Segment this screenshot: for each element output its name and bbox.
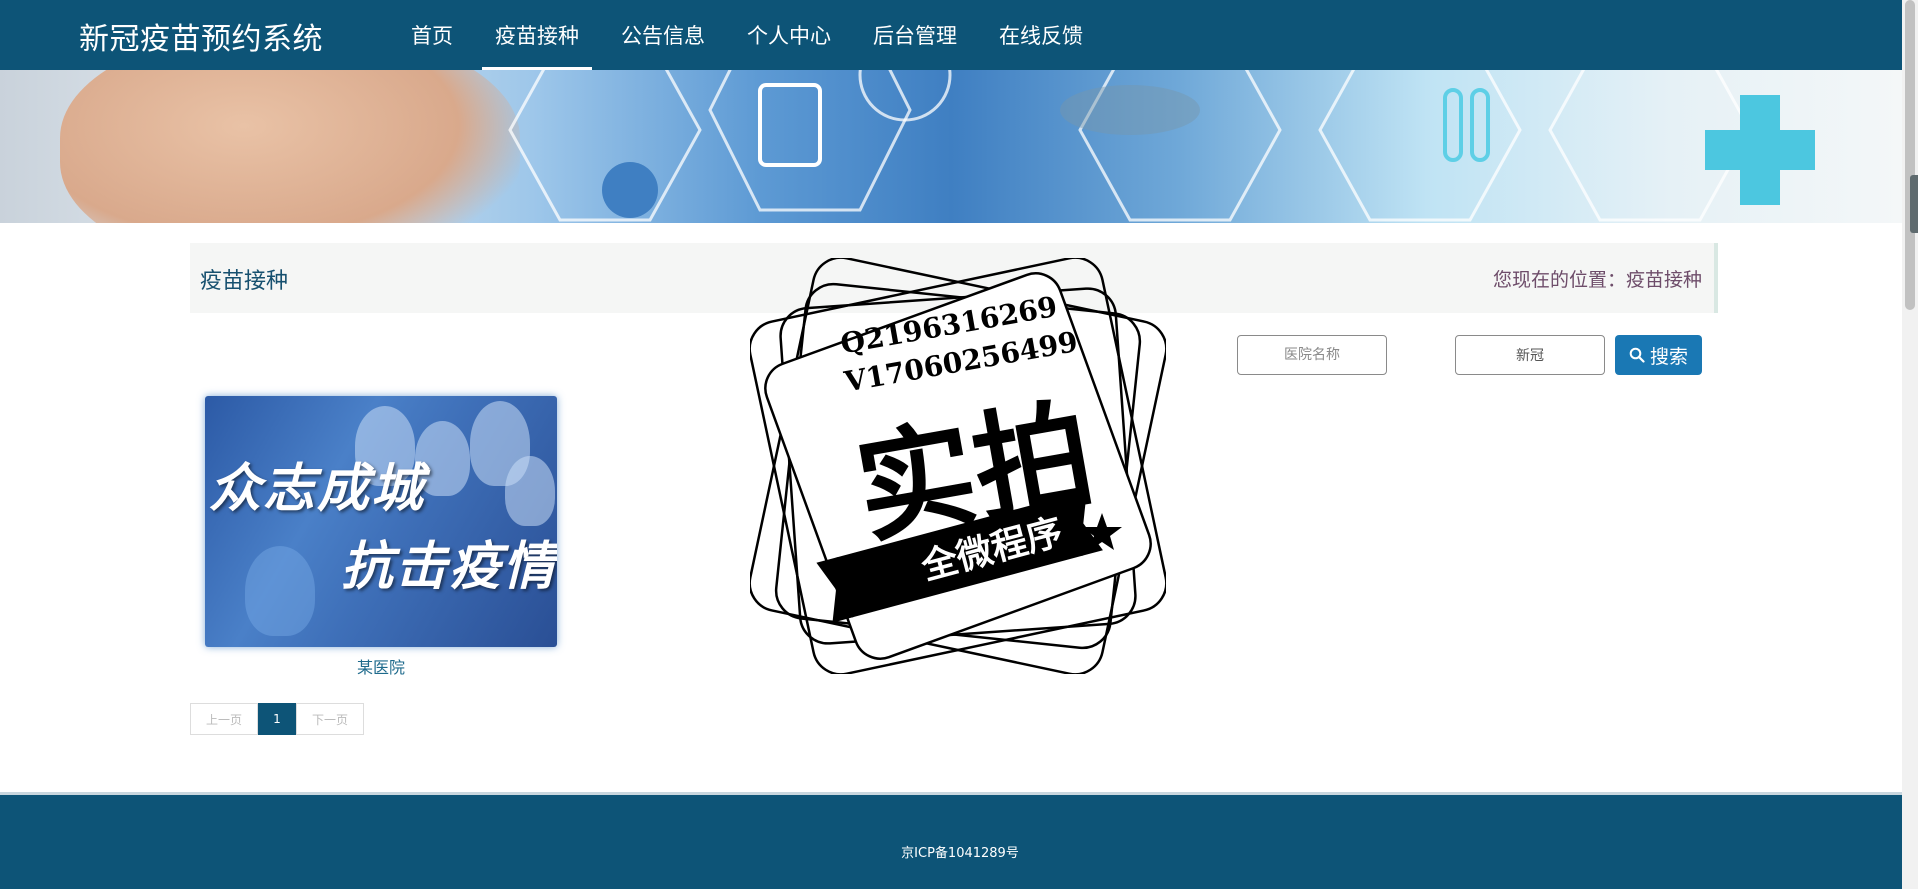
hospital-name-input[interactable] <box>1237 335 1387 375</box>
pagination-next[interactable]: 下一页 <box>296 703 364 735</box>
site-brand[interactable]: 新冠疫苗预约系统 <box>79 14 323 58</box>
nav-home[interactable]: 首页 <box>390 0 474 70</box>
breadcrumb-location: 您现在的位置：疫苗接种 <box>1492 269 1702 291</box>
footer-icp: 京ICP备1041289号 <box>901 846 1019 861</box>
hospital-card-caption[interactable]: 某医院 <box>205 654 557 678</box>
search-button[interactable]: 搜索 <box>1615 335 1702 375</box>
pagination: 上一页 1 下一页 <box>190 703 364 735</box>
pagination-page-1[interactable]: 1 <box>258 703 296 735</box>
nav-announcements[interactable]: 公告信息 <box>600 0 726 70</box>
search-icon <box>1629 347 1645 363</box>
side-edge-tab[interactable] <box>1910 175 1918 233</box>
hero-banner <box>0 70 1902 223</box>
banner-medical-graphics <box>508 70 1815 222</box>
nav-admin[interactable]: 后台管理 <box>852 0 978 70</box>
hospital-card[interactable]: 众志成城 抗击疫情 某医院 <box>205 396 557 678</box>
vaccine-keyword-input[interactable] <box>1455 335 1605 375</box>
nav-personal-center[interactable]: 个人中心 <box>726 0 852 70</box>
nav-feedback[interactable]: 在线反馈 <box>978 0 1104 70</box>
main-nav: 首页 疫苗接种 公告信息 个人中心 后台管理 在线反馈 <box>390 0 1104 70</box>
card-image-text-1: 众志成城 <box>209 459 426 519</box>
section-title: 疫苗接种 <box>200 269 289 294</box>
search-button-label: 搜索 <box>1649 345 1688 368</box>
nav-vaccination[interactable]: 疫苗接种 <box>474 0 600 70</box>
top-navbar: 新冠疫苗预约系统 首页 疫苗接种 公告信息 个人中心 后台管理 在线反馈 <box>0 0 1902 70</box>
card-image-text-2: 抗击疫情 <box>341 537 557 597</box>
page-footer: 京ICP备1041289号 <box>0 792 1902 889</box>
hospital-card-image[interactable]: 众志成城 抗击疫情 <box>205 396 557 647</box>
scrollbar-thumb[interactable] <box>1905 0 1915 310</box>
pagination-prev[interactable]: 上一页 <box>190 703 258 735</box>
page-scrollbar[interactable] <box>1902 0 1918 889</box>
watermark-stamp: Q2196316269 V17060256499 实拍 全微程序 <box>750 258 1166 674</box>
